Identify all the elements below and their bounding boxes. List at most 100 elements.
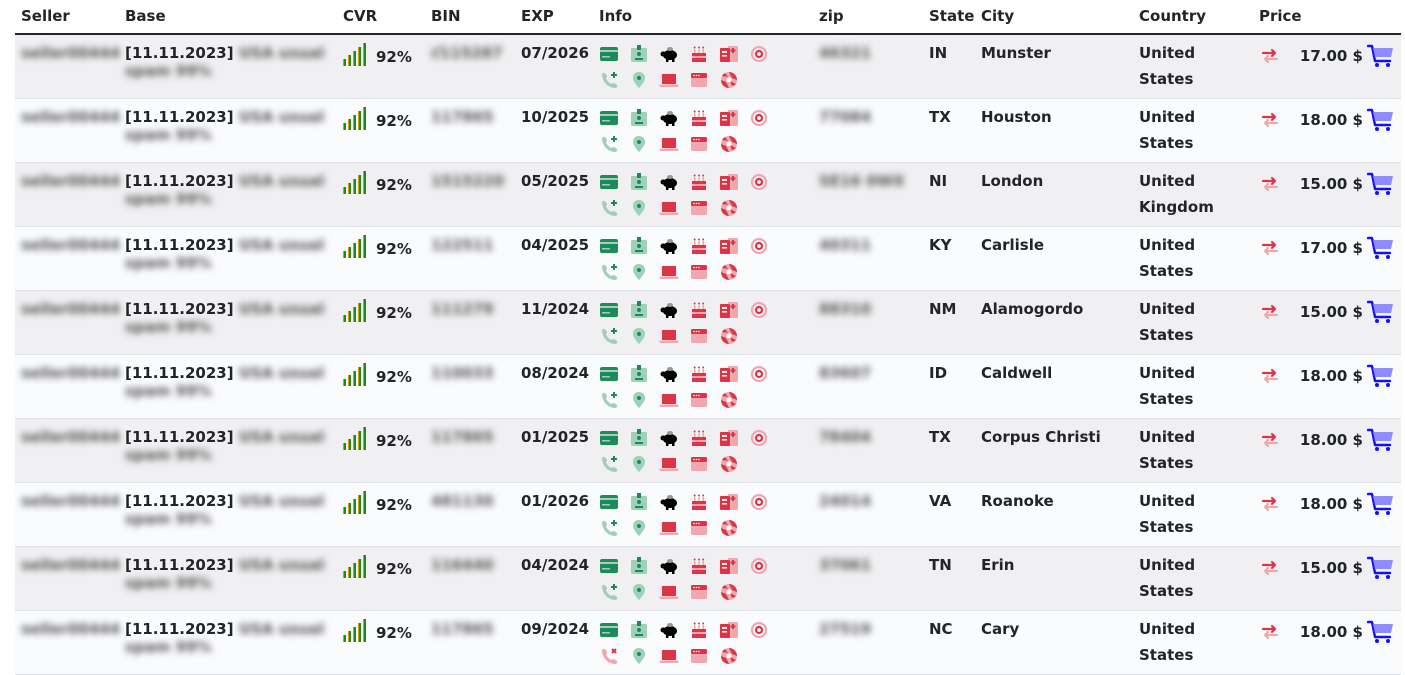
phone-icon: [599, 391, 621, 409]
exp-cell: 08/2024: [515, 354, 593, 419]
price-value: 18.00 $: [1299, 366, 1363, 385]
zip-redacted: 40311: [819, 235, 872, 254]
id-badge-icon: [629, 492, 651, 511]
price-cell: 18.00 $: [1253, 418, 1401, 483]
bin-redacted: 1515220: [431, 171, 505, 190]
birthday-cake-icon: [689, 493, 711, 511]
base-cell: [11.11.2023] USA usual spam 99%: [119, 290, 337, 355]
state-cell: TN: [923, 546, 975, 611]
city-cell: Munster: [975, 34, 1133, 99]
price-cell: 18.00 $: [1253, 98, 1401, 163]
id-badge-icon: [629, 620, 651, 639]
zip-redacted: 37061: [819, 555, 872, 574]
base-desc-redacted: spam 99%: [125, 637, 212, 656]
credit-card-icon: [599, 109, 621, 127]
add-to-cart-icon[interactable]: [1367, 300, 1395, 324]
city-value: Houston: [981, 107, 1052, 126]
header-state[interactable]: State: [923, 0, 975, 35]
add-to-cart-icon[interactable]: [1367, 556, 1395, 580]
birthday-cake-icon: [689, 173, 711, 191]
state-value: TX: [929, 427, 951, 446]
add-to-cart-icon[interactable]: [1367, 428, 1395, 452]
country-value: United States: [1139, 235, 1196, 280]
header-price[interactable]: Price: [1253, 0, 1401, 35]
country-cell: United States: [1133, 290, 1253, 355]
id-card-icon: [719, 493, 741, 511]
aperture-icon: [719, 455, 741, 473]
swap-arrows-icon[interactable]: [1259, 47, 1281, 65]
base-date: [11.11.2023]: [125, 235, 234, 254]
header-city[interactable]: City: [975, 0, 1133, 35]
swap-arrows-icon[interactable]: [1259, 111, 1281, 129]
at-email-icon: [749, 557, 771, 575]
add-to-cart-icon[interactable]: [1367, 620, 1395, 644]
zip-redacted: 46321: [819, 44, 872, 62]
bin-cell: 117865: [425, 610, 515, 675]
zip-cell: 24014: [813, 482, 923, 547]
price-cell: 15.00 $: [1253, 546, 1401, 611]
map-marker-icon: [629, 647, 651, 665]
header-exp[interactable]: EXP: [515, 0, 593, 35]
state-cell: KY: [923, 226, 975, 291]
add-to-cart-icon[interactable]: [1367, 364, 1395, 388]
price-value: 15.00 $: [1299, 302, 1363, 321]
info-cell: [593, 418, 813, 483]
base-cell: [11.11.2023] USA usual spam 99%: [119, 34, 337, 99]
birthday-cake-icon: [689, 557, 711, 575]
header-base[interactable]: Base: [119, 0, 337, 35]
country-cell: United States: [1133, 482, 1253, 547]
aperture-icon: [719, 263, 741, 281]
state-value: NC: [929, 619, 953, 638]
piggy-bank-icon: [659, 365, 681, 383]
piggy-bank-icon: [659, 301, 681, 319]
piggy-bank-icon: [659, 237, 681, 255]
swap-arrows-icon[interactable]: [1259, 303, 1281, 321]
table-row: seller00444 [11.11.2023] USA usual spam …: [15, 162, 1401, 227]
city-cell: Houston: [975, 98, 1133, 163]
add-to-cart-icon[interactable]: [1367, 44, 1395, 68]
table-row: seller00444 [11.11.2023] USA usual spam …: [15, 354, 1401, 419]
seller-name-redacted: seller00444: [21, 299, 121, 318]
table-row: seller00444 [11.11.2023] USA usual spam …: [15, 34, 1401, 99]
table-row: seller00444 [11.11.2023] USA usual spam …: [15, 418, 1401, 483]
cvr-cell: 92%: [337, 226, 425, 291]
city-value: Cary: [981, 619, 1020, 638]
swap-arrows-icon[interactable]: [1259, 175, 1281, 193]
swap-arrows-icon[interactable]: [1259, 495, 1281, 513]
header-seller[interactable]: Seller: [15, 0, 119, 35]
zip-cell: SE16 0WX: [813, 162, 923, 227]
price-cell: 15.00 $: [1253, 290, 1401, 355]
header-cvr[interactable]: CVR: [337, 0, 425, 35]
exp-cell: 01/2025: [515, 418, 593, 483]
zip-redacted: SE16 0WX: [819, 171, 905, 190]
state-value: NI: [929, 171, 948, 190]
header-zip[interactable]: zip: [813, 0, 923, 35]
swap-arrows-icon[interactable]: [1259, 559, 1281, 577]
swap-arrows-icon[interactable]: [1259, 431, 1281, 449]
laptop-icon: [659, 327, 681, 345]
credit-card-icon: [599, 429, 621, 447]
swap-arrows-icon[interactable]: [1259, 367, 1281, 385]
credit-card-icon: [599, 621, 621, 639]
add-to-cart-icon[interactable]: [1367, 172, 1395, 196]
price-value: 18.00 $: [1299, 430, 1363, 449]
laptop-icon: [659, 135, 681, 153]
exp-cell: 11/2024: [515, 290, 593, 355]
id-badge-icon: [629, 300, 651, 319]
swap-arrows-icon[interactable]: [1259, 239, 1281, 257]
map-marker-icon: [629, 455, 651, 473]
add-to-cart-icon[interactable]: [1367, 492, 1395, 516]
signal-bars-icon: [343, 234, 366, 258]
add-to-cart-icon[interactable]: [1367, 236, 1395, 260]
add-to-cart-icon[interactable]: [1367, 108, 1395, 132]
base-desc-redacted: spam 99%: [125, 445, 212, 464]
table-row: seller00444 [11.11.2023] USA usual spam …: [15, 610, 1401, 675]
aperture-icon: [719, 71, 741, 89]
piggy-bank-icon: [659, 173, 681, 191]
swap-arrows-icon[interactable]: [1259, 623, 1281, 641]
state-value: TN: [929, 555, 952, 574]
at-email-icon: [749, 45, 771, 63]
header-country[interactable]: Country: [1133, 0, 1253, 35]
laptop-icon: [659, 71, 681, 89]
header-bin[interactable]: BIN: [425, 0, 515, 35]
